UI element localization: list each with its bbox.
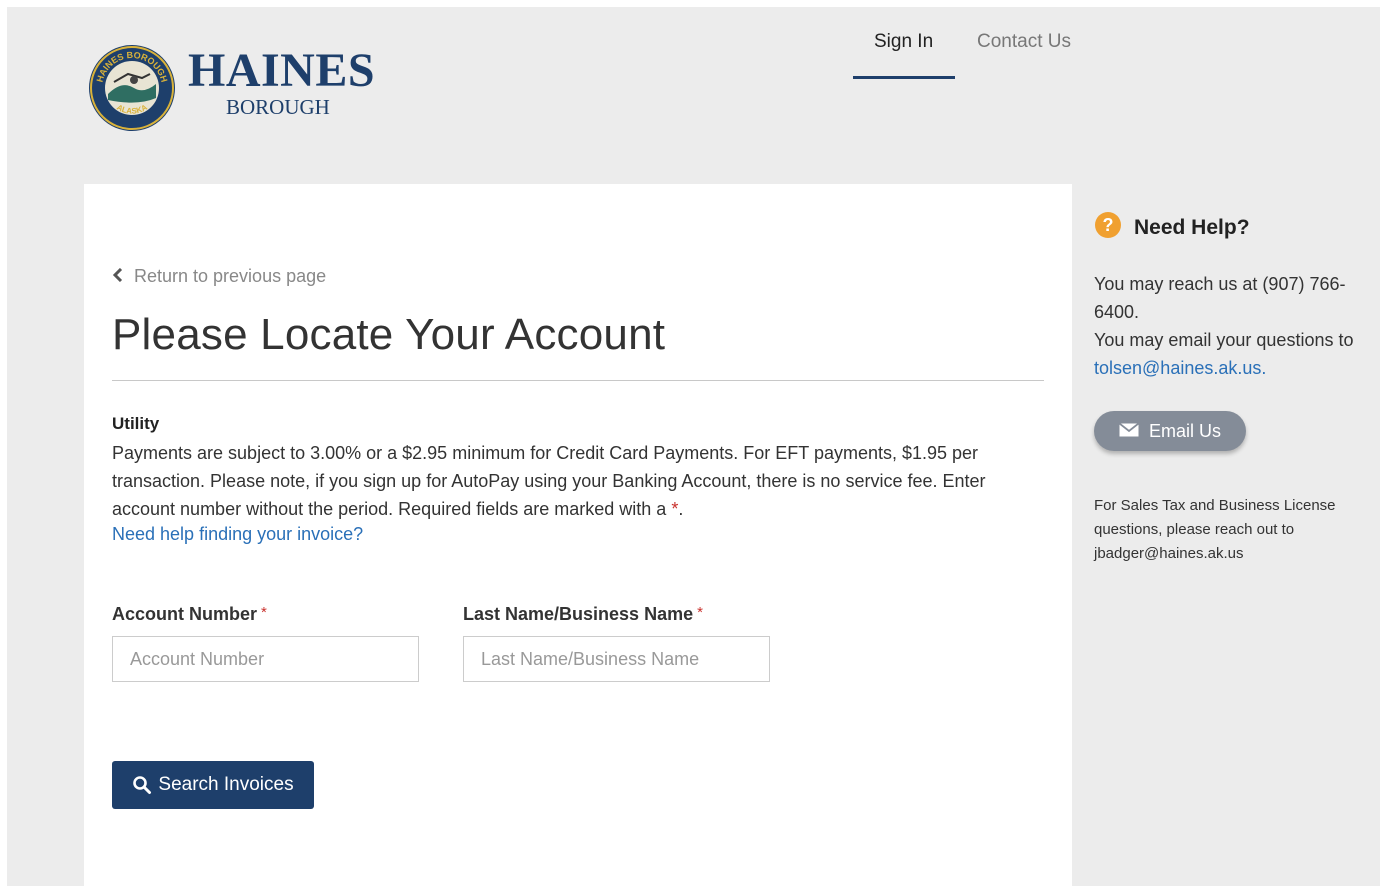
last-name-input[interactable] [463, 636, 770, 682]
site-logo[interactable]: HAINES BOROUGH ALASKA HAINES BOROUGH [88, 44, 388, 136]
section-label: Utility [112, 414, 160, 433]
required-marker: * [697, 604, 703, 621]
invoice-help-link[interactable]: Need help finding your invoice? [112, 524, 363, 545]
payment-info: Payments are subject to 3.00% or a $2.95… [112, 439, 1047, 523]
payment-info-end: . [678, 499, 684, 519]
search-icon [132, 775, 152, 795]
help-contact-text: You may reach us at (907) 766-6400. You … [1094, 270, 1380, 382]
account-number-input[interactable] [112, 636, 419, 682]
question-circle-icon: ? [1095, 212, 1121, 238]
required-marker: * [261, 604, 267, 621]
help-email-end: . [1261, 358, 1267, 378]
main-card: Return to previous page Please Locate Yo… [84, 184, 1072, 886]
account-number-label: Account Number * [112, 604, 267, 625]
return-link-label: Return to previous page [134, 266, 327, 286]
last-name-label: Last Name/Business Name * [463, 604, 703, 625]
brand-subtitle: BOROUGH [226, 95, 330, 119]
search-invoices-button[interactable]: Search Invoices [112, 761, 314, 809]
sales-tax-note: For Sales Tax and Business License quest… [1094, 497, 1336, 562]
active-nav-indicator [853, 76, 955, 79]
email-us-button[interactable]: Email Us [1094, 411, 1246, 451]
brand-name: HAINES [188, 44, 376, 97]
chevron-left-icon [112, 266, 128, 287]
help-phone-text: You may reach us at (907) 766-6400. [1094, 274, 1346, 322]
nav-sign-in[interactable]: Sign In [874, 30, 933, 54]
borough-seal-icon: HAINES BOROUGH ALASKA [89, 45, 175, 131]
account-number-label-text: Account Number [112, 604, 258, 624]
help-email-intro: You may email your questions to [1094, 330, 1354, 350]
search-invoices-label: Search Invoices [158, 774, 294, 795]
top-border [0, 0, 1380, 7]
page-title: Please Locate Your Account [112, 310, 666, 359]
envelope-icon [1118, 421, 1140, 442]
nav-contact-us[interactable]: Contact Us [977, 30, 1071, 54]
email-us-label: Email Us [1148, 420, 1221, 441]
help-header: ? Need Help? [1094, 208, 1374, 244]
last-name-label-text: Last Name/Business Name [463, 604, 694, 624]
left-border [0, 0, 7, 886]
help-title: Need Help? [1134, 216, 1250, 239]
return-link[interactable]: Return to previous page [112, 266, 326, 287]
title-divider [112, 380, 1044, 381]
payment-info-text: Payments are subject to 3.00% or a $2.95… [112, 443, 986, 519]
help-email-link[interactable]: tolsen@haines.ak.us [1094, 358, 1261, 378]
